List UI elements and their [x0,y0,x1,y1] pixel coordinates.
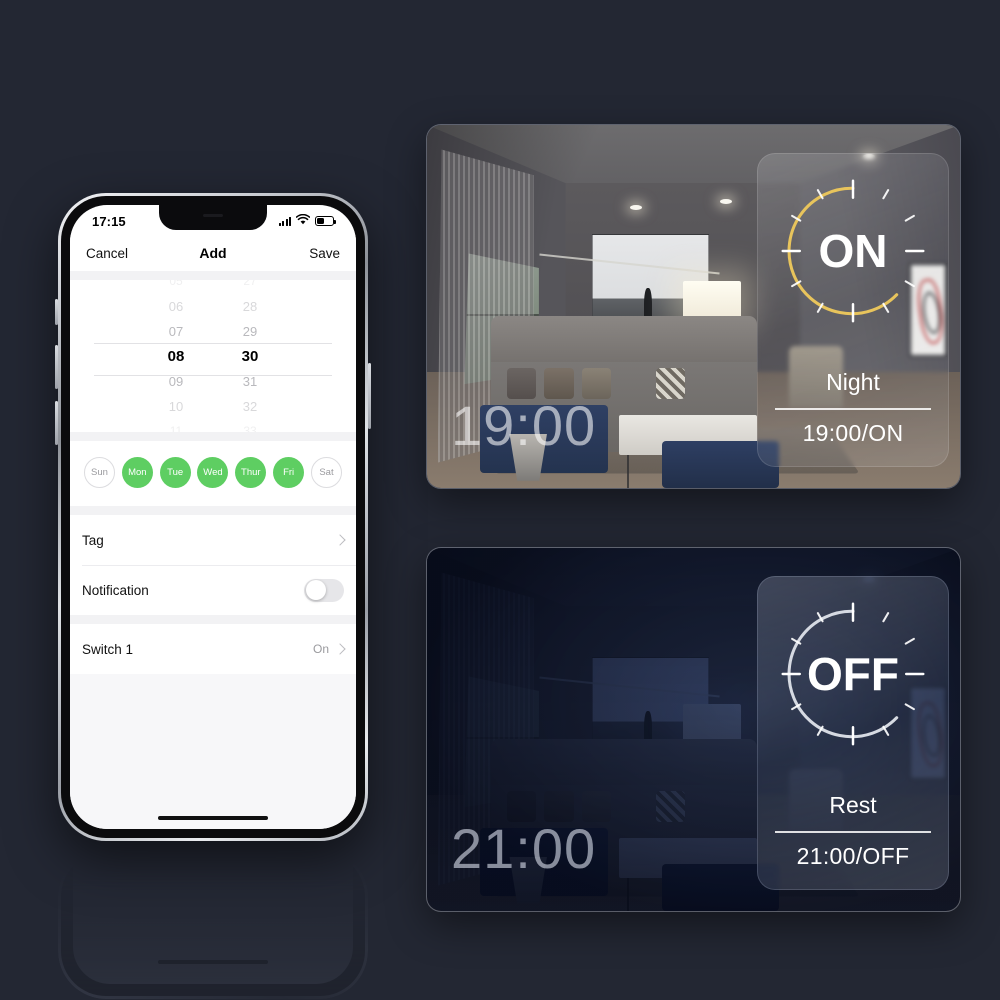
hour-option[interactable]: 11 [159,419,193,433]
minute-option[interactable]: 28 [233,294,267,319]
minute-option[interactable]: 32 [233,394,267,419]
day-toggle-fri[interactable]: Fri [273,457,305,488]
schedule-time-state: 19:00/ON [802,419,904,446]
settings-list-secondary: Switch 1 On [70,624,356,674]
hour-wheel[interactable]: 05 06 07 08 09 10 11 [159,280,193,432]
row-switch-1[interactable]: Switch 1 On [70,624,356,674]
schedule-time-state: 21:00/OFF [796,842,910,869]
hour-option[interactable]: 10 [159,394,193,419]
floor-lamp-icon [682,704,742,744]
status-bar: 17:15 [70,205,356,235]
hour-option-selected[interactable]: 08 [159,344,193,369]
wall-artwork [592,656,710,781]
minute-option[interactable]: 31 [233,369,267,394]
status-bar-indicators [278,212,336,230]
day-toggle-sun[interactable]: Sun [84,457,115,488]
day-toggle-sat[interactable]: Sat [310,457,342,488]
minute-option[interactable]: 29 [233,319,267,344]
minute-wheel[interactable]: 27 28 29 30 31 32 33 [233,280,267,432]
schedule-name: Night [826,369,880,395]
card-divider [775,408,931,410]
row-tag[interactable]: Tag [70,515,356,565]
minute-option[interactable]: 33 [233,419,267,433]
toggle-knob [305,580,326,600]
scene-panel-on[interactable]: 19:00 ON Night 19:00/ON [427,125,960,488]
nav-bar: Cancel Add Save [70,235,356,271]
dial-state-label: ON [818,225,888,277]
minute-option[interactable]: 27 [233,280,267,294]
home-indicator[interactable] [70,807,356,829]
state-dial-off: OFF [777,598,929,750]
minute-option-selected[interactable]: 30 [233,344,267,369]
section-divider [70,432,356,441]
picker-selection-line-top [94,343,332,344]
day-toggle-mon[interactable]: Mon [121,457,153,488]
repeat-days-selector: Sun Mon Tue Wed Thur Fri Sat [70,441,356,506]
cancel-button[interactable]: Cancel [82,243,132,264]
page-root: 17:15 Cancel Add Save 05 06 07 08 09 10 … [0,0,1000,1000]
row-value: On [312,642,329,656]
phone-mockup: 17:15 Cancel Add Save 05 06 07 08 09 10 … [55,193,371,841]
state-dial-on: ON [777,175,929,327]
status-bar-time: 17:15 [92,213,126,229]
phone-silent-switch[interactable] [55,299,58,325]
hour-option[interactable]: 05 [159,280,193,294]
wifi-icon [295,212,311,230]
scene-big-time: 21:00 [451,817,597,880]
section-divider [70,615,356,624]
row-label: Tag [82,532,104,548]
schedule-card-on[interactable]: ON Night 19:00/ON [757,153,949,467]
day-toggle-wed[interactable]: Wed [197,457,229,488]
phone-screen: 17:15 Cancel Add Save 05 06 07 08 09 10 … [70,205,356,829]
phone-volume-down-button[interactable] [55,401,58,445]
notification-toggle[interactable] [304,578,344,602]
battery-icon [315,216,336,226]
day-toggle-tue[interactable]: Tue [159,457,191,488]
schedule-name: Rest [829,792,877,818]
phone-body: 17:15 Cancel Add Save 05 06 07 08 09 10 … [61,196,365,838]
row-label: Notification [82,582,149,598]
save-button[interactable]: Save [305,243,344,264]
signal-bars-icon [278,216,291,226]
chevron-right-icon [334,643,346,655]
chevron-right-icon [334,534,346,546]
settings-list-primary: Tag Notification [70,515,356,615]
schedule-card-off[interactable]: OFF Rest 21:00/OFF [757,576,949,890]
scene-panel-off[interactable]: 21:00 OFF Rest 21:00/OFF [427,548,960,911]
phone-volume-up-button[interactable] [55,345,58,389]
dial-state-label: OFF [807,648,899,700]
picker-selection-line-bottom [94,375,332,376]
hour-option[interactable]: 06 [159,294,193,319]
hour-option[interactable]: 09 [159,369,193,394]
phone-frame: 17:15 Cancel Add Save 05 06 07 08 09 10 … [55,193,371,841]
section-divider [70,271,356,280]
row-label: Switch 1 [82,641,134,657]
phone-reflection [58,849,368,999]
section-divider [70,506,356,515]
content-filler [70,674,356,807]
page-title: Add [199,245,227,261]
card-divider [775,831,931,833]
day-toggle-thur[interactable]: Thur [235,457,267,488]
time-picker[interactable]: 05 06 07 08 09 10 11 27 28 29 30 31 32 3… [70,280,356,432]
scene-big-time: 19:00 [451,394,597,457]
hour-option[interactable]: 07 [159,319,193,344]
row-notification[interactable]: Notification [70,565,356,615]
phone-power-button[interactable] [368,363,371,429]
